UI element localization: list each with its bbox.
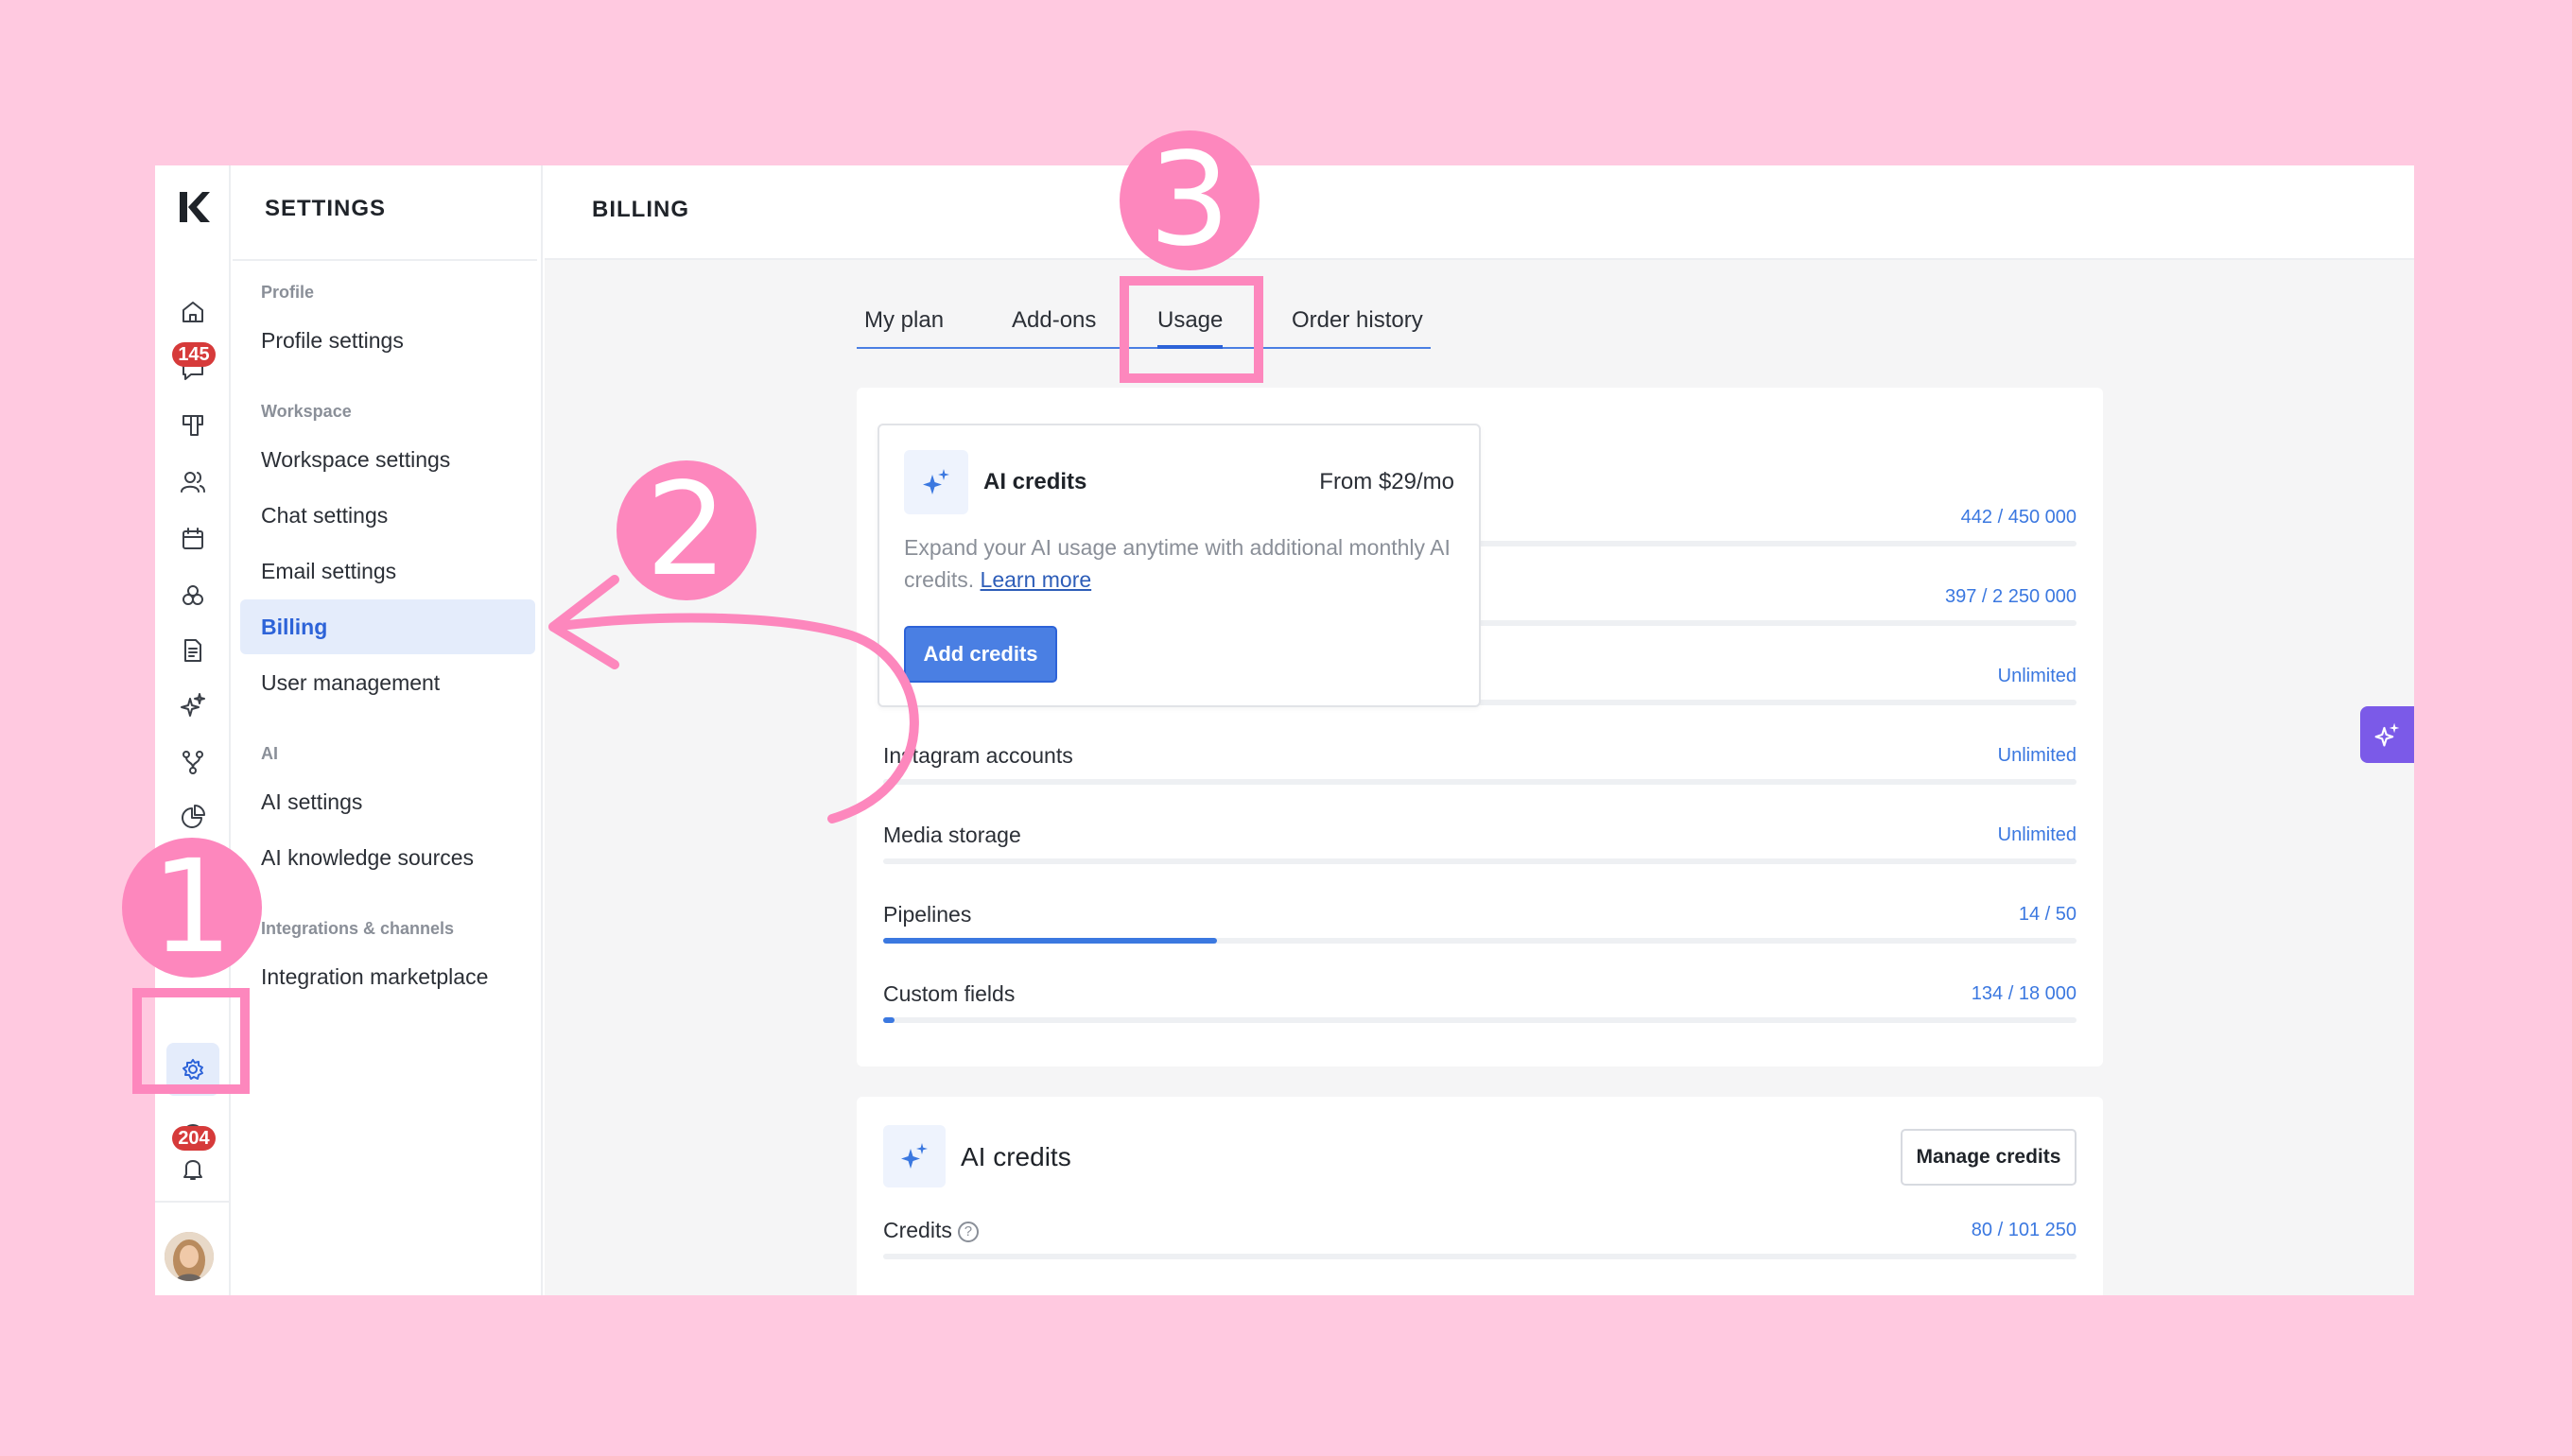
step-3-circle: 3 (1120, 130, 1260, 270)
step-1-circle: 1 (122, 838, 262, 978)
settings-highlight-box (132, 988, 250, 1094)
step-2-circle: 2 (617, 460, 756, 600)
annotation-arrow (548, 575, 919, 823)
usage-tab-highlight-box (1120, 276, 1263, 383)
